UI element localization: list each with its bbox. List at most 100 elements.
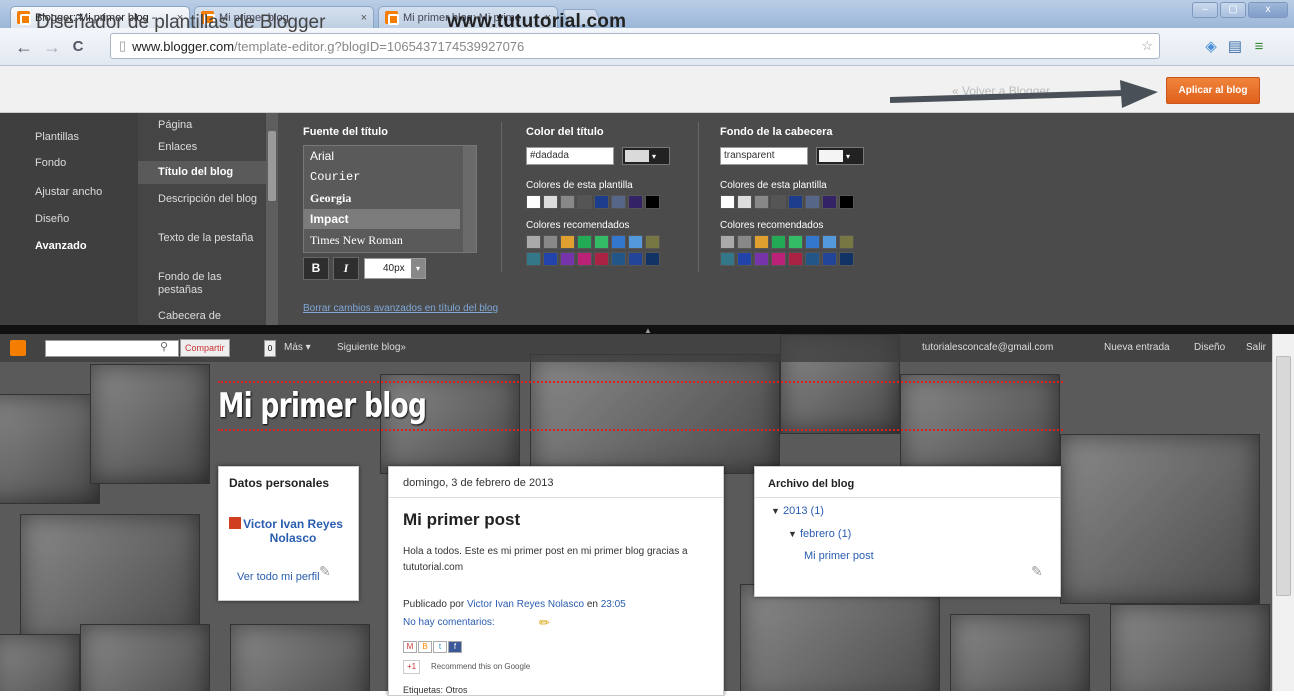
header-bg-input[interactable]: transparent xyxy=(720,147,808,165)
color-swatch[interactable] xyxy=(645,235,660,249)
subnav-cabecera[interactable]: Cabecera de xyxy=(158,310,268,323)
triangle-down-icon[interactable]: ▼ xyxy=(788,529,797,539)
post-title[interactable]: Mi primer post xyxy=(403,510,520,530)
minimize-button[interactable]: – xyxy=(1192,2,1218,18)
bookmark-star-icon[interactable]: ☆ xyxy=(1141,38,1153,54)
maximize-button[interactable]: ▢ xyxy=(1220,2,1246,18)
subnav-texto-pestana[interactable]: Texto de la pestaña xyxy=(158,232,268,245)
color-swatch[interactable] xyxy=(771,235,786,249)
color-swatch[interactable] xyxy=(560,195,575,209)
title-color-input[interactable]: #dadada xyxy=(526,147,614,165)
font-list-scrollbar[interactable] xyxy=(463,146,476,252)
title-color-picker[interactable]: ▾ xyxy=(622,147,670,165)
subnav-enlaces[interactable]: Enlaces xyxy=(158,141,268,154)
address-bar[interactable]: ▯ www.blogger.com/template-editor.g?blog… xyxy=(110,33,1160,59)
reload-button[interactable]: C xyxy=(66,36,90,58)
back-button[interactable]: ← xyxy=(12,36,36,58)
color-swatch[interactable] xyxy=(720,252,735,266)
view-profile-link[interactable]: Ver todo mi perfil xyxy=(237,571,320,583)
color-swatch[interactable] xyxy=(526,252,541,266)
color-swatch[interactable] xyxy=(526,235,541,249)
color-swatch[interactable] xyxy=(822,235,837,249)
color-swatch[interactable] xyxy=(628,235,643,249)
new-post-link[interactable]: Nueva entrada xyxy=(1104,342,1170,353)
color-swatch[interactable] xyxy=(754,252,769,266)
color-swatch[interactable] xyxy=(788,195,803,209)
color-swatch[interactable] xyxy=(594,252,609,266)
nav-diseno[interactable]: Diseño xyxy=(35,213,69,225)
search-icon[interactable]: ⚲ xyxy=(160,340,168,353)
color-swatch[interactable] xyxy=(737,235,752,249)
subnav-pagina[interactable]: Página xyxy=(158,119,268,132)
font-option-arial[interactable]: Arial xyxy=(310,149,334,163)
reset-advanced-link[interactable]: Borrar cambios avanzados en título del b… xyxy=(303,303,498,314)
nav-ajustar-ancho[interactable]: Ajustar ancho xyxy=(35,186,102,198)
twitter-share-icon[interactable]: t xyxy=(433,641,447,653)
nav-plantillas[interactable]: Plantillas xyxy=(35,131,79,143)
color-swatch[interactable] xyxy=(754,195,769,209)
plus-one-button[interactable]: +1 xyxy=(403,660,421,674)
font-size-select[interactable]: 40px ▾ xyxy=(364,258,426,279)
forward-button[interactable]: → xyxy=(40,36,64,58)
color-swatch[interactable] xyxy=(805,252,820,266)
color-swatch[interactable] xyxy=(543,195,558,209)
subnav-descripcion[interactable]: Descripción del blog xyxy=(158,193,268,206)
color-swatch[interactable] xyxy=(628,252,643,266)
close-window-button[interactable]: x xyxy=(1248,2,1288,18)
color-swatch[interactable] xyxy=(526,195,541,209)
nav-fondo[interactable]: Fondo xyxy=(35,157,66,169)
apply-to-blog-button[interactable]: Aplicar al blog xyxy=(1166,77,1260,104)
color-swatch[interactable] xyxy=(720,195,735,209)
extension-icon[interactable]: ▤ xyxy=(1226,38,1244,56)
color-swatch[interactable] xyxy=(737,195,752,209)
color-swatch[interactable] xyxy=(805,235,820,249)
profile-name-link[interactable]: Victor Ivan Reyes Nolasco xyxy=(243,517,343,545)
color-swatch[interactable] xyxy=(822,252,837,266)
color-swatch[interactable] xyxy=(577,235,592,249)
color-swatch[interactable] xyxy=(645,195,660,209)
split-handle[interactable]: ▲ xyxy=(0,325,1294,335)
comments-link[interactable]: No hay comentarios: xyxy=(403,617,495,628)
edit-pencil-icon[interactable]: ✏ xyxy=(539,615,550,631)
blog-search-input[interactable] xyxy=(45,340,179,357)
facebook-share-icon[interactable]: f xyxy=(448,641,462,653)
subnav-fondo-pestanas[interactable]: Fondo de las pestañas xyxy=(158,271,268,297)
font-option-times[interactable]: Times New Roman xyxy=(310,233,403,248)
font-listbox[interactable]: Arial Courier Georgia Impact Times New R… xyxy=(303,145,477,253)
color-swatch[interactable] xyxy=(594,235,609,249)
color-swatch[interactable] xyxy=(788,252,803,266)
color-swatch[interactable] xyxy=(594,195,609,209)
color-swatch[interactable] xyxy=(628,195,643,209)
subnav-titulo-del-blog[interactable]: Título del blog xyxy=(138,161,270,184)
color-swatch[interactable] xyxy=(543,235,558,249)
color-swatch[interactable] xyxy=(839,252,854,266)
color-swatch[interactable] xyxy=(839,235,854,249)
tab-close-icon[interactable]: × xyxy=(355,12,367,24)
settings-wrench-icon[interactable]: ≡ xyxy=(1250,38,1268,56)
edit-wrench-icon[interactable]: ✎ xyxy=(319,563,331,580)
color-swatch[interactable] xyxy=(805,195,820,209)
author-link[interactable]: Victor Ivan Reyes Nolasco xyxy=(467,599,584,610)
triangle-down-icon[interactable]: ▼ xyxy=(771,506,780,516)
color-swatch[interactable] xyxy=(577,252,592,266)
italic-button[interactable]: I xyxy=(333,257,359,280)
share-button[interactable]: Compartir xyxy=(180,339,230,357)
design-link[interactable]: Diseño xyxy=(1194,342,1225,353)
color-swatch[interactable] xyxy=(788,235,803,249)
email-share-icon[interactable]: M xyxy=(403,641,417,653)
more-menu[interactable]: Más ▾ xyxy=(284,342,311,353)
font-option-impact[interactable]: Impact xyxy=(304,209,460,229)
font-option-courier[interactable]: Courier xyxy=(310,170,360,184)
next-blog-link[interactable]: Siguiente blog» xyxy=(337,342,406,353)
color-swatch[interactable] xyxy=(611,195,626,209)
archive-year-link[interactable]: 2013 xyxy=(783,505,807,517)
color-swatch[interactable] xyxy=(720,235,735,249)
color-swatch[interactable] xyxy=(611,252,626,266)
sign-out-link[interactable]: Salir xyxy=(1246,342,1266,353)
color-swatch[interactable] xyxy=(611,235,626,249)
color-swatch[interactable] xyxy=(839,195,854,209)
nav-avanzado[interactable]: Avanzado xyxy=(35,240,87,252)
color-swatch[interactable] xyxy=(754,235,769,249)
archive-year-row[interactable]: ▼ 2013 (1) xyxy=(771,505,824,517)
color-swatch[interactable] xyxy=(771,195,786,209)
